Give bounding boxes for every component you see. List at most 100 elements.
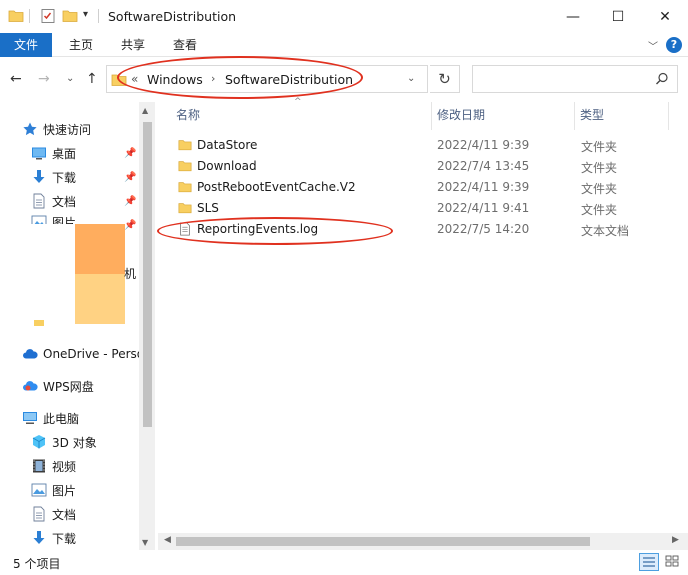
table-row[interactable]: SLS 2022/4/11 9:41 文件夹 (158, 198, 688, 219)
sidebar-item-label: 图片 (52, 483, 77, 498)
status-bar: 5 个项目 (0, 550, 688, 575)
annotation-circle-address (117, 56, 363, 99)
column-header-date[interactable]: 修改日期 (437, 102, 485, 132)
sidebar-item-label: 此电脑 (43, 411, 80, 426)
redaction-block (75, 224, 125, 324)
sidebar-item-this-pc[interactable]: 此电脑 (22, 407, 79, 429)
picture-icon (31, 482, 47, 498)
scroll-down-icon[interactable]: ▼ (142, 538, 148, 547)
document-icon (31, 506, 47, 522)
recent-locations-button[interactable]: ⌄ (66, 73, 74, 84)
search-icon[interactable] (655, 72, 669, 89)
video-icon (31, 458, 47, 474)
folder-icon[interactable] (8, 8, 24, 24)
file-date: 2022/7/5 14:20 (437, 222, 530, 236)
sidebar-item-downloads-pc[interactable]: 下载 (31, 527, 76, 549)
tab-file[interactable]: 文件 (0, 33, 52, 57)
pin-icon: 📌 (124, 220, 137, 231)
horizontal-scrollbar-thumb[interactable] (176, 537, 590, 546)
sidebar-item-videos[interactable]: 视频 (31, 455, 76, 477)
file-date: 2022/4/11 9:39 (437, 138, 530, 152)
file-list: ^ 名称 修改日期 类型 DataStore 2022/4/11 9:39 文件… (158, 97, 688, 550)
scroll-up-icon[interactable]: ▲ (142, 106, 148, 115)
close-button[interactable]: ✕ (642, 0, 688, 33)
horizontal-scrollbar[interactable]: ◀ ▶ (158, 533, 688, 550)
maximize-button[interactable]: ☐ (595, 0, 641, 33)
file-name: SLS (197, 201, 219, 215)
sidebar-item-desktop[interactable]: 桌面 (31, 142, 76, 164)
sidebar-item-label: 下载 (52, 170, 77, 185)
cloud-icon (22, 346, 38, 362)
redaction-bottom (75, 274, 125, 324)
sidebar-item-documents[interactable]: 文档 (31, 190, 76, 212)
sidebar-item-label: OneDrive - Perso (43, 347, 145, 361)
download-icon (31, 169, 47, 185)
3d-objects-icon (31, 434, 47, 450)
minimize-button[interactable]: — (550, 0, 596, 33)
sidebar-item-downloads[interactable]: 下载 (31, 166, 76, 188)
sidebar-partial-label: 机 (124, 267, 137, 281)
table-row[interactable]: Download 2022/7/4 13:45 文件夹 (158, 156, 688, 177)
pin-icon: 📌 (124, 172, 137, 183)
help-icon[interactable]: ? (666, 37, 682, 53)
sidebar-item-label: 下载 (52, 531, 77, 546)
file-type: 文件夹 (581, 203, 618, 217)
sidebar-item-quick-access[interactable]: 快速访问 (22, 118, 91, 140)
desktop-icon (31, 145, 47, 161)
folder-icon (178, 180, 192, 197)
large-icons-view-button[interactable] (663, 553, 683, 571)
table-row[interactable]: DataStore 2022/4/11 9:39 文件夹 (158, 135, 688, 156)
sidebar-item-documents-pc[interactable]: 文档 (31, 503, 76, 525)
file-date: 2022/7/4 13:45 (437, 159, 530, 173)
properties-icon[interactable] (40, 8, 56, 24)
separator (98, 9, 99, 23)
sidebar-item-label: 3D 对象 (52, 435, 97, 450)
refresh-button[interactable]: ↻ (430, 65, 460, 93)
file-type: 文件夹 (581, 161, 618, 175)
column-header-type[interactable]: 类型 (580, 102, 604, 132)
annotation-circle-file (157, 217, 393, 245)
file-date: 2022/4/11 9:39 (437, 180, 530, 194)
forward-button[interactable]: → (38, 71, 50, 87)
details-view-button[interactable] (639, 553, 659, 571)
separator (29, 9, 30, 23)
folder-icon (178, 201, 192, 218)
column-divider[interactable] (668, 102, 669, 130)
item-count: 5 个项目 (13, 557, 61, 571)
ribbon-expand-icon[interactable]: ﹀ (648, 38, 658, 53)
column-divider[interactable] (574, 102, 575, 130)
sidebar-item-onedrive[interactable]: OneDrive - Perso (22, 343, 144, 365)
tab-view[interactable]: 查看 (164, 33, 206, 57)
tab-home[interactable]: 主页 (60, 33, 102, 57)
back-button[interactable]: ← (10, 71, 22, 87)
search-input[interactable] (472, 65, 678, 93)
sidebar-item-label: 文档 (52, 194, 77, 209)
sidebar-item-pictures[interactable]: 图片 (31, 214, 76, 224)
pin-icon: 📌 (124, 148, 137, 159)
file-name: DataStore (197, 138, 258, 152)
address-dropdown[interactable]: ⌄ (407, 73, 415, 84)
column-divider[interactable] (431, 102, 432, 130)
sidebar-item-3d-objects[interactable]: 3D 对象 (31, 431, 97, 453)
quick-access-dropdown[interactable]: ▾ (83, 9, 88, 20)
sidebar-item-wps[interactable]: WPS网盘 (22, 375, 94, 397)
up-button[interactable]: ↑ (86, 71, 98, 87)
document-icon (31, 193, 47, 209)
sidebar-item-pictures-pc[interactable]: 图片 (31, 479, 76, 501)
file-date: 2022/4/11 9:41 (437, 201, 530, 215)
folder-icon (178, 138, 192, 155)
folder-icon (178, 159, 192, 176)
sidebar-scrollbar-thumb[interactable] (143, 122, 152, 427)
column-header-name[interactable]: 名称 (176, 102, 200, 132)
table-row[interactable]: PostRebootEventCache.V2 2022/4/11 9:39 文… (158, 177, 688, 198)
sidebar-item-label: 桌面 (52, 146, 77, 161)
scroll-right-icon[interactable]: ▶ (672, 535, 679, 545)
new-folder-icon[interactable] (62, 8, 78, 24)
picture-icon (31, 214, 47, 224)
tab-share[interactable]: 共享 (112, 33, 154, 57)
file-type: 文本文档 (581, 224, 630, 238)
folder-icon (34, 320, 44, 326)
file-name: Download (197, 159, 257, 173)
scroll-left-icon[interactable]: ◀ (164, 535, 171, 545)
window-title: SoftwareDistribution (108, 9, 237, 24)
